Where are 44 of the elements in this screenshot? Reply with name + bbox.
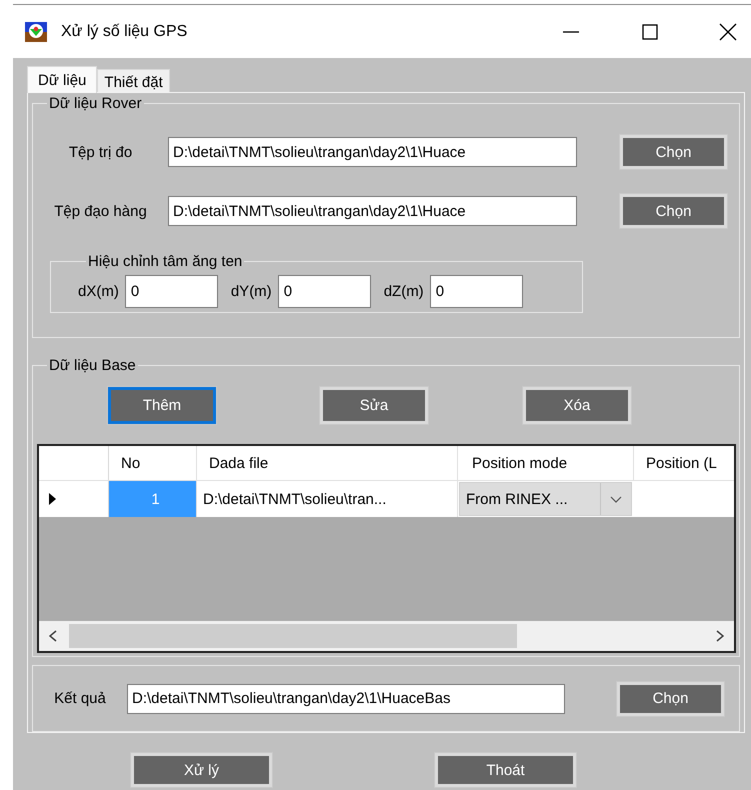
column-header[interactable]: Dada file [197, 446, 458, 480]
action-button[interactable]: Xóa [523, 387, 631, 424]
tab[interactable]: Thiết đặt [97, 69, 170, 92]
action-button[interactable]: Thêm [108, 387, 216, 424]
scrollbar[interactable] [39, 621, 734, 651]
action-button[interactable]: Sửa [320, 387, 428, 424]
app-icon [25, 22, 47, 42]
data-grid[interactable]: No Dada file Position mode Position (L 1 D:\detai\TNMT\solieu\tran... From RINEX ... [37, 444, 736, 653]
dropdown[interactable]: From RINEX ... [459, 482, 632, 516]
table-cell: 1 [109, 481, 197, 517]
path-field[interactable]: D:\detai\TNMT\solieu\trangan\day2\1\Huace [168, 137, 577, 167]
column-header[interactable]: Position mode [458, 446, 634, 480]
chevron-down-icon [610, 496, 622, 502]
action-button[interactable]: Xử lý [131, 753, 272, 787]
action-button[interactable]: Thoát [435, 753, 576, 787]
dropdown-value: From RINEX ... [466, 490, 569, 508]
column-header[interactable]: Position (L [634, 446, 734, 480]
group-title: Dữ liệu Rover [48, 95, 143, 112]
close-icon [719, 22, 737, 40]
field-label: dY(m) [230, 282, 272, 300]
path-field[interactable]: D:\detai\TNMT\solieu\trangan\day2\1\HuaceBas [127, 684, 565, 714]
field-label: Tệp trị đo [68, 144, 134, 160]
offset-field[interactable]: 0 [430, 274, 523, 308]
field-label: Kết quả [53, 690, 107, 707]
scroll-thumb[interactable] [69, 624, 517, 648]
choose-button[interactable]: Chọn [620, 135, 727, 169]
field-label: dX(m) [78, 282, 119, 300]
field-label: Tệp đạo hàng [53, 202, 148, 220]
window-title: Xử lý số liệu GPS [61, 22, 188, 40]
path-field[interactable]: D:\detai\TNMT\solieu\trangan\day2\1\Huace [168, 196, 577, 226]
scroll-right-icon [716, 630, 724, 642]
tab[interactable]: Dữ liệu [27, 66, 98, 93]
maximize-icon [641, 22, 659, 40]
field-label: dZ(m) [384, 282, 424, 300]
group-title: Dữ liệu Base [48, 357, 137, 374]
choose-button[interactable]: Chọn [620, 194, 727, 228]
table-cell: D:\detai\TNMT\solieu\tran... [197, 481, 458, 517]
choose-button[interactable]: Chọn [617, 682, 724, 716]
scroll-left-icon [49, 630, 57, 642]
offset-field[interactable]: 0 [124, 274, 218, 308]
group-title: Hiệu chỉnh tâm ăng ten [87, 253, 244, 270]
column-header[interactable]: No [109, 446, 197, 480]
offset-field[interactable]: 0 [278, 274, 371, 308]
minimize-icon [562, 30, 580, 32]
